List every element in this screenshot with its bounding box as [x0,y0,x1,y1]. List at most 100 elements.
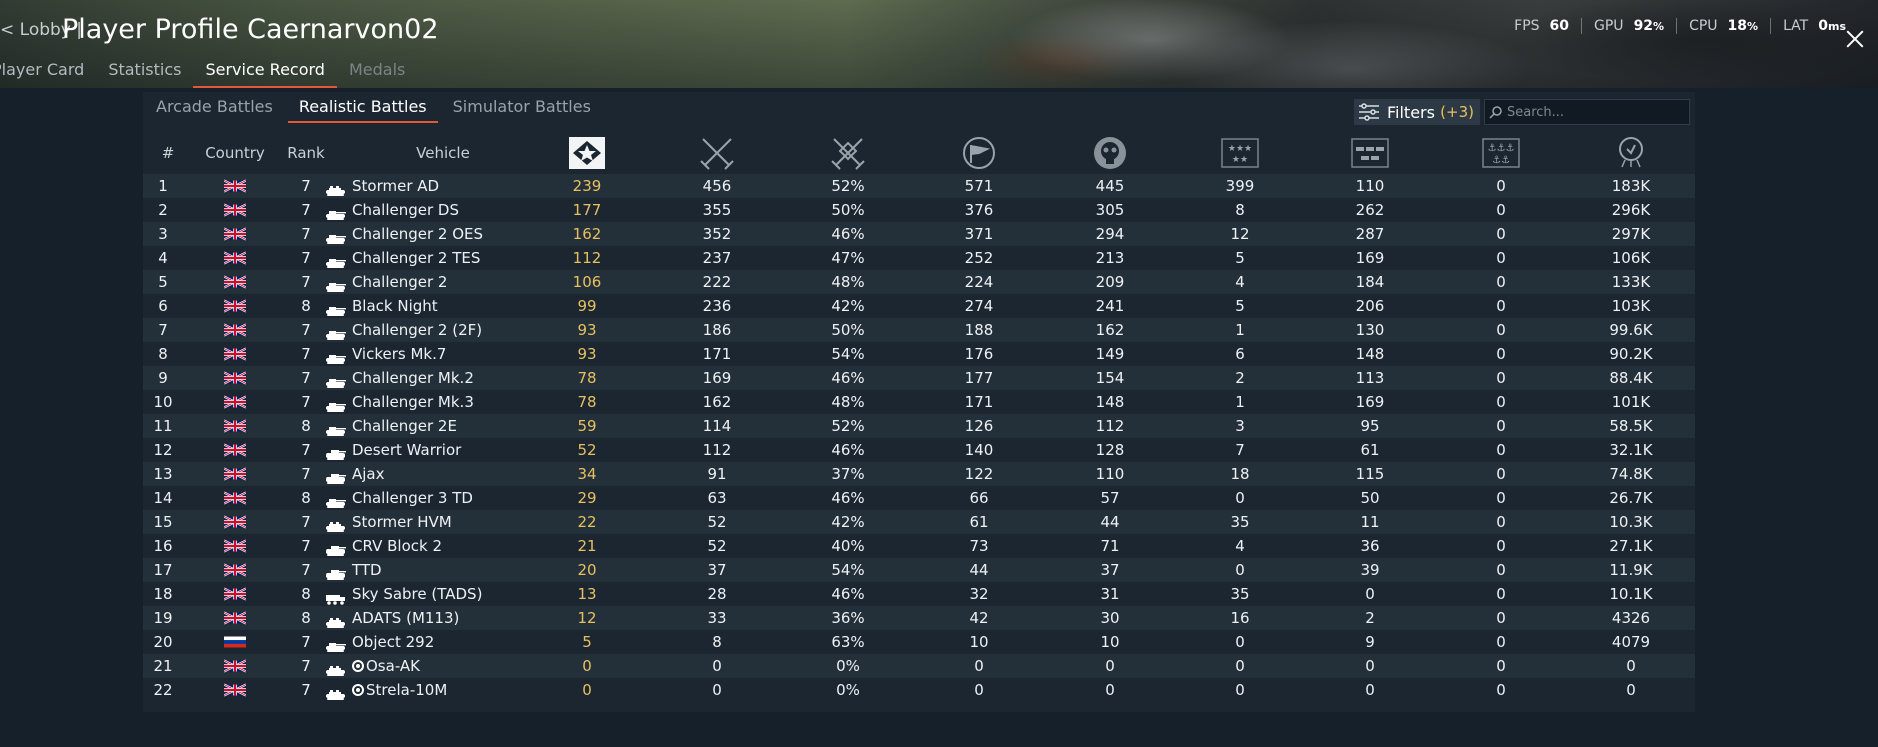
search-input[interactable] [1503,103,1679,121]
tank-medium-icon [325,324,347,340]
vehicle-cell[interactable]: Challenger Mk.3 [325,390,474,414]
tab-statistics[interactable]: Statistics [96,59,193,88]
table-row[interactable]: 16 7 21 52 40% 73 71 4 36 0 27.1K CRV Block 2 [143,534,1695,558]
vehicle-cell[interactable]: CRV Block 2 [325,534,442,558]
vehicle-name: Challenger 2 (2F) [352,321,483,339]
cell-air-kills: 6 [1235,345,1245,363]
table-row[interactable]: 12 7 52 112 46% 140 128 7 61 0 32.1K Desert Warrior [143,438,1695,462]
column-header-number[interactable]: # [143,132,193,174]
table-row[interactable]: 7 7 93 186 50% 188 162 1 130 0 99.6K Challenger 2 (… [143,318,1695,342]
table-row[interactable]: 2 7 177 355 50% 376 305 8 262 0 296K Challenger DS [143,198,1695,222]
cell-respawns: 176 [964,345,994,363]
vehicle-cell[interactable]: Challenger Mk.2 [325,366,474,390]
vehicle-cell[interactable]: Strela-10M [325,678,447,702]
table-row[interactable]: 18 8 13 28 46% 32 31 35 0 0 10.1K Sky Sabre (TADS) [143,582,1695,606]
uk-flag-icon [224,203,246,217]
vehicle-name: TTD [352,561,382,579]
activity-icon[interactable] [1596,132,1666,174]
cell-naval-kills: 0 [1496,633,1506,651]
cell-ground-kills: 0 [1365,585,1375,603]
table-row[interactable]: 22 7 0 0 0% 0 0 0 0 0 0 Strela-10M [143,678,1695,702]
table-row[interactable]: 11 8 59 114 52% 126 112 3 95 0 58.5K Challenger 2E [143,414,1695,438]
table-row[interactable]: 10 7 78 162 48% 171 148 1 169 0 101K Challenger Mk.… [143,390,1695,414]
tank-spaa-icon [325,660,347,676]
cell-battles: 162 [572,225,602,243]
vehicle-stats-table: # Country Rank Vehicle ★★★ ★★ ⚓⚓⚓ ⚓⚓ 1 7… [143,132,1695,700]
cell-respawns: 177 [964,369,994,387]
vehicle-cell[interactable]: TTD [325,558,382,582]
table-row[interactable]: 14 8 29 63 46% 66 57 0 50 0 26.7K Challenger 3 TD [143,486,1695,510]
respawns-icon[interactable] [944,132,1014,174]
close-icon[interactable] [1846,30,1864,48]
service-record-panel: Arcade Battles Realistic Battles Simulat… [143,92,1695,712]
cell-win-rate: 50% [831,321,865,339]
cell-air-kills: 5 [1235,249,1245,267]
cell-battles: 112 [572,249,602,267]
column-header-rank[interactable]: Rank [263,132,349,174]
vehicle-cell[interactable]: Object 292 [325,630,434,654]
vehicle-cell[interactable]: Ajax [325,462,385,486]
deaths-icon[interactable] [1075,132,1145,174]
tab-service-record[interactable]: Service Record [193,59,337,88]
vehicle-cell[interactable]: Challenger 2 TES [325,246,480,270]
vehicle-cell[interactable]: Stormer AD [325,174,439,198]
table-row[interactable]: 15 7 22 52 42% 61 44 35 11 0 10.3K Stormer HVM [143,510,1695,534]
table-row[interactable]: 17 7 20 37 54% 44 37 0 39 0 11.9K TTD [143,558,1695,582]
cell-ground-kills: 0 [1365,657,1375,675]
win-rate-icon[interactable] [813,132,883,174]
vehicle-cell[interactable]: Challenger 2 [325,270,447,294]
table-row[interactable]: 4 7 112 237 47% 252 213 5 169 0 106K Challenger 2 T… [143,246,1695,270]
uk-flag-icon [224,491,246,505]
table-row[interactable]: 1 7 239 456 52% 571 445 399 110 0 183K Stormer AD [143,174,1695,198]
cell-ground-kills: 61 [1360,441,1380,459]
battles-icon[interactable] [552,132,622,174]
cell-air-kills: 16 [1230,609,1250,627]
vehicle-cell[interactable]: Osa-AK [325,654,420,678]
table-row[interactable]: 3 7 162 352 46% 371 294 12 287 0 297K Challenger 2 … [143,222,1695,246]
cell-victories: 186 [702,321,732,339]
cell-naval-kills: 0 [1496,489,1506,507]
tab-realistic-battles[interactable]: Realistic Battles [286,92,440,126]
tab-player-card[interactable]: Player Card [0,59,96,88]
table-row[interactable]: 20 7 5 8 63% 10 10 0 9 0 4079 Object 292 [143,630,1695,654]
cell-air-kills: 3 [1235,417,1245,435]
latency-readout: LAT 0ms [1770,18,1858,34]
table-row[interactable]: 8 7 93 171 54% 176 149 6 148 0 90.2K Vickers Mk.7 [143,342,1695,366]
cell-win-rate: 54% [831,561,865,579]
vehicle-cell[interactable]: Challenger 2 (2F) [325,318,482,342]
cell-respawns: 0 [974,681,984,699]
vehicle-cell[interactable]: Challenger 2 OES [325,222,483,246]
cell-respawns: 42 [969,609,989,627]
ground-kills-icon[interactable] [1335,132,1405,174]
column-header-vehicle[interactable]: Vehicle [368,132,518,174]
filters-button[interactable]: Filters (+3) [1354,99,1480,125]
tab-arcade-battles[interactable]: Arcade Battles [143,92,286,126]
vehicle-cell[interactable]: Desert Warrior [325,438,461,462]
vehicle-cell[interactable]: Sky Sabre (TADS) [325,582,482,606]
row-number: 10 [153,393,173,411]
vehicle-cell[interactable]: Challenger 2E [325,414,457,438]
tab-simulator-battles[interactable]: Simulator Battles [440,92,604,126]
table-row[interactable]: 21 7 0 0 0% 0 0 0 0 0 0 Osa-AK [143,654,1695,678]
vehicle-cell[interactable]: Challenger 3 TD [325,486,473,510]
ru-flag-icon [224,635,246,649]
vehicle-cell[interactable]: ADATS (M113) [325,606,459,630]
table-row[interactable]: 5 7 106 222 48% 224 209 4 184 0 133K Challenger 2 [143,270,1695,294]
cell-respawns: 188 [964,321,994,339]
cell-victories: 236 [702,297,732,315]
air-kills-icon[interactable]: ★★★ ★★ [1205,132,1275,174]
table-row[interactable]: 19 8 12 33 36% 42 30 16 2 0 4326 ADATS (M113) [143,606,1695,630]
table-row[interactable]: 13 7 34 91 37% 122 110 18 115 0 74.8K Ajax [143,462,1695,486]
table-row[interactable]: 6 8 99 236 42% 274 241 5 206 0 103K Black Night [143,294,1695,318]
vehicle-cell[interactable]: Stormer HVM [325,510,452,534]
row-number: 4 [158,249,168,267]
search-box[interactable] [1484,99,1690,125]
victories-icon[interactable] [682,132,752,174]
vehicle-cell[interactable]: Black Night [325,294,438,318]
vehicle-cell[interactable]: Vickers Mk.7 [325,342,446,366]
table-row[interactable]: 9 7 78 169 46% 177 154 2 113 0 88.4K Challenger Mk.… [143,366,1695,390]
naval-kills-icon[interactable]: ⚓⚓⚓ ⚓⚓ [1466,132,1536,174]
cell-air-kills: 1 [1235,393,1245,411]
vehicle-cell[interactable]: Challenger DS [325,198,459,222]
vehicle-name: Desert Warrior [352,441,462,459]
